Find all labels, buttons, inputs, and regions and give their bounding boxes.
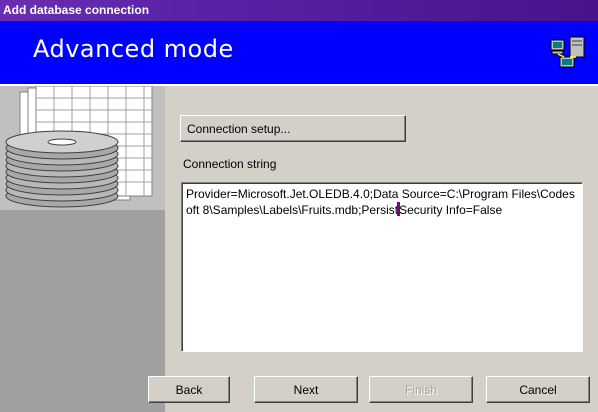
header-banner: Advanced mode <box>0 21 598 84</box>
finish-button[interactable]: Finish <box>369 376 473 403</box>
database-disks-icon <box>0 85 165 210</box>
window-title: Add database connection <box>0 0 598 21</box>
next-button[interactable]: Next <box>254 376 358 403</box>
connection-string-field[interactable]: Provider=Microsoft.Jet.OLEDB.4.0;Data So… <box>181 182 583 352</box>
cancel-button[interactable]: Cancel <box>486 376 590 403</box>
back-button[interactable]: Back <box>148 376 230 403</box>
page-title: Advanced mode <box>33 35 234 63</box>
connection-string-label: Connection string <box>183 157 277 171</box>
connection-setup-button[interactable]: Connection setup... <box>180 115 406 142</box>
connection-string-text-before-caret: Provider=Microsoft.Jet.OLEDB.4.0;Data So… <box>186 187 575 217</box>
connection-string-text-after-caret: Security Info=False <box>399 203 503 217</box>
network-computers-icon <box>550 36 585 68</box>
